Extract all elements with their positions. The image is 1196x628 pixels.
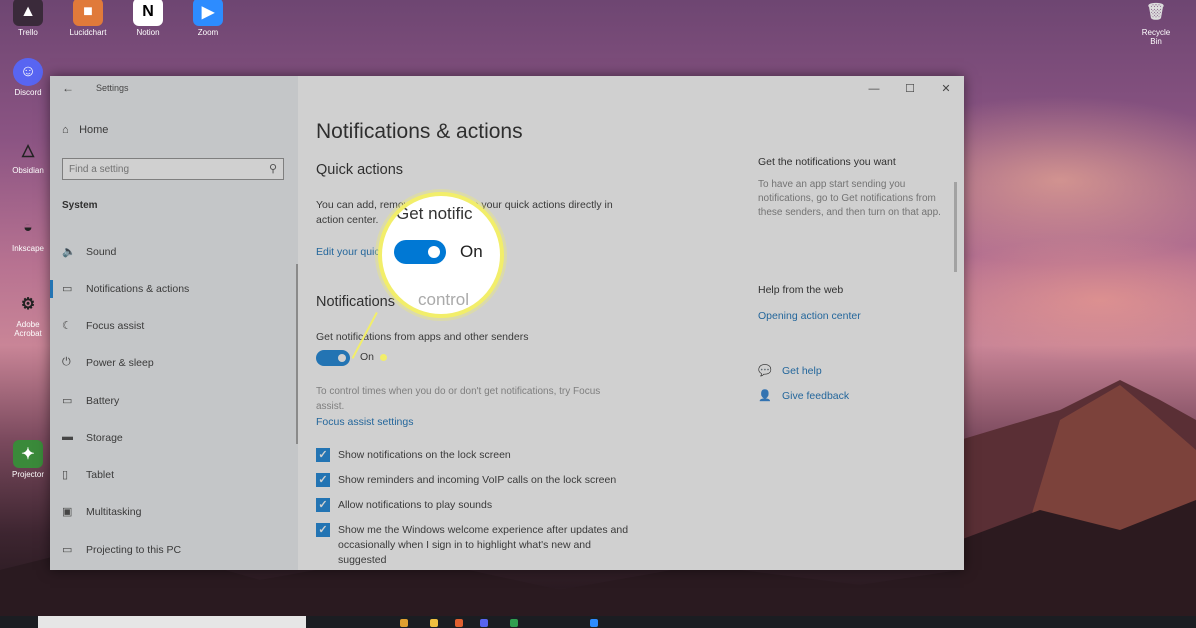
discord-icon: ☺: [13, 58, 43, 86]
title-bar: ← Settings — ☐ ✕: [50, 76, 964, 102]
close-button[interactable]: ✕: [932, 80, 960, 98]
checkbox-reminders-voip[interactable]: ✓ Show reminders and incoming VoIP calls…: [316, 473, 676, 491]
window-title: Settings: [96, 83, 129, 93]
moon-icon: ☾: [62, 320, 72, 332]
opening-action-center-link[interactable]: Opening action center: [758, 310, 861, 322]
desktop-icon-zoom[interactable]: ▶ Zoom: [188, 0, 228, 37]
settings-window: ⌂ Home ⚲ System 🔈 Sound ▭ Notifications …: [50, 76, 964, 570]
main-scrollbar[interactable]: [954, 182, 957, 272]
main-content: Notifications & actions Quick actions Yo…: [298, 102, 964, 570]
taskbar-app-icon[interactable]: [430, 619, 438, 627]
checkbox-checked[interactable]: ✓: [316, 498, 330, 512]
notification-icon: ▭: [62, 283, 73, 295]
help-from-web-heading: Help from the web: [758, 284, 844, 296]
sidebar-item-projecting[interactable]: ▭ Projecting to this PC: [50, 535, 298, 565]
tablet-icon: ▯: [62, 469, 69, 481]
desktop-icon-trello[interactable]: ▲ Trello: [8, 0, 48, 37]
search-input[interactable]: [63, 159, 265, 180]
get-notifications-heading: Get the notifications you want: [758, 156, 896, 168]
notifications-heading: Notifications: [316, 294, 395, 310]
checkbox-checked[interactable]: ✓: [316, 448, 330, 462]
photo-icon: ■: [73, 0, 103, 26]
sidebar-item-sound[interactable]: 🔈 Sound: [50, 237, 298, 267]
callout-pointer-dot: [380, 354, 387, 361]
taskbar-app-icon[interactable]: [400, 619, 408, 627]
pyramid-icon: △: [21, 142, 35, 159]
toggle-state-label: On: [360, 351, 375, 363]
desktop-icon-projector[interactable]: ✦ Projector: [8, 440, 48, 479]
taskbar-app-icon[interactable]: [480, 619, 488, 627]
quick-actions-heading: Quick actions: [316, 162, 404, 178]
get-notifications-toggle[interactable]: [316, 350, 350, 366]
sidebar-item-focus-assist[interactable]: ☾ Focus assist: [50, 311, 298, 341]
taskbar-app-icon[interactable]: [455, 619, 463, 627]
taskbar-search[interactable]: [38, 616, 306, 628]
callout-state-label: On: [460, 242, 483, 261]
taskbar-app-icon[interactable]: [510, 619, 518, 627]
callout-toggle: [394, 240, 446, 264]
callout-bottom-text: control: [418, 290, 470, 309]
get-notifications-label: Get notifications from apps and other se…: [316, 331, 529, 343]
callout-top-text: Get notific: [396, 204, 473, 223]
related-panel: Get the notifications you want To have a…: [758, 102, 948, 570]
checkbox-play-sounds[interactable]: ✓ Allow notifications to play sounds: [316, 498, 676, 516]
chat-icon: 💬: [758, 365, 772, 377]
bin-icon: 🗑: [1145, 4, 1167, 21]
focus-assist-settings-link[interactable]: Focus assist settings: [316, 416, 413, 428]
callout-magnifier: Get notific On control: [378, 192, 504, 318]
desktop-icon-inkscape[interactable]: ◒ Inkscape: [8, 214, 48, 253]
back-arrow-icon[interactable]: ←: [62, 81, 74, 95]
speaker-icon: 🔈: [62, 246, 76, 258]
desktop-icon-acrobat[interactable]: ⚙ Adobe Acrobat: [8, 290, 48, 338]
checkbox-checked[interactable]: ✓: [316, 523, 330, 537]
desktop-icon-discord[interactable]: ☺ Discord: [8, 58, 48, 97]
checkbox-checked[interactable]: ✓: [316, 473, 330, 487]
checkbox-lock-screen[interactable]: ✓ Show notifications on the lock screen: [316, 448, 676, 466]
hat-icon: ▲: [13, 0, 43, 26]
get-notifications-help-text: To have an app start sending you notific…: [758, 179, 941, 218]
sidebar-item-multitasking[interactable]: ▣ Multitasking: [50, 497, 298, 527]
toggle-knob: [338, 354, 346, 362]
feedback-icon: 👤: [758, 390, 772, 402]
section-label-system: System: [62, 200, 98, 211]
notion-icon: N: [133, 0, 163, 26]
page-title: Notifications & actions: [316, 120, 523, 143]
checkbox-welcome-experience[interactable]: ✓ Show me the Windows welcome experience…: [316, 523, 676, 570]
desktop-icon-notion[interactable]: N Notion: [128, 0, 168, 37]
search-icon: ⚲: [268, 163, 277, 175]
sidebar-item-notifications[interactable]: ▭ Notifications & actions: [50, 274, 298, 304]
sidebar-item-storage[interactable]: ▬ Storage: [50, 423, 298, 453]
gear-icon: ⚙: [20, 296, 36, 313]
ufo-icon: ◒: [23, 219, 33, 236]
sidebar: ⌂ Home ⚲ System 🔈 Sound ▭ Notifications …: [50, 76, 298, 570]
multitasking-icon: ▣: [62, 506, 73, 518]
power-icon: ⏻: [62, 356, 71, 368]
sidebar-item-tablet[interactable]: ▯ Tablet: [50, 460, 298, 490]
sidebar-home[interactable]: ⌂ Home: [62, 124, 108, 136]
camera-icon: ▶: [193, 0, 223, 26]
callout-toggle-knob: [428, 246, 440, 258]
focus-assist-text: To control times when you do or don't ge…: [316, 386, 601, 412]
storage-icon: ▬: [62, 431, 73, 443]
desktop-icon-obsidian[interactable]: △ Obsidian: [8, 136, 48, 175]
give-feedback-link[interactable]: 👤 Give feedback: [758, 389, 849, 402]
projector-icon: ▭: [62, 544, 73, 556]
sidebar-item-power-sleep[interactable]: ⏻ Power & sleep: [50, 348, 298, 378]
battery-icon: ▭: [62, 395, 73, 407]
app-icon: ✦: [13, 440, 43, 468]
desktop-icon-lucidchart[interactable]: ■ Lucidchart: [68, 0, 108, 37]
desktop-icon-recycle-bin[interactable]: 🗑 Recycle Bin: [1136, 0, 1176, 46]
home-icon: ⌂: [62, 124, 69, 136]
maximize-button[interactable]: ☐: [896, 80, 924, 98]
get-help-link[interactable]: 💬 Get help: [758, 364, 822, 377]
sidebar-item-battery[interactable]: ▭ Battery: [50, 386, 298, 416]
taskbar-app-icon[interactable]: [590, 619, 598, 627]
minimize-button[interactable]: —: [860, 80, 888, 98]
settings-search[interactable]: ⚲: [62, 158, 284, 180]
